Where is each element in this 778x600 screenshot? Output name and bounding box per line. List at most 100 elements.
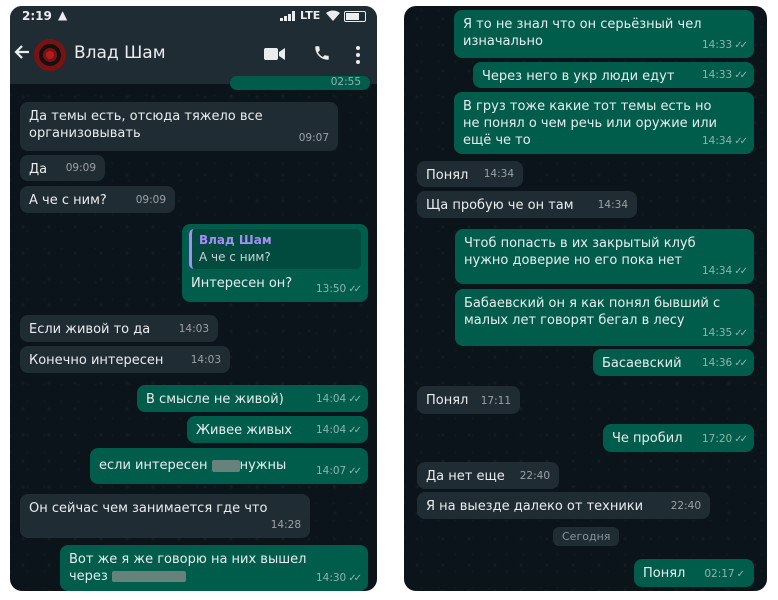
message-meta: 17:20 ✓✓ <box>701 431 748 448</box>
message-outgoing[interactable]: если интересен нужны 14:07 ✓✓ <box>90 448 368 484</box>
double-check-icon: ✓✓ <box>734 358 748 369</box>
message-time: 14:04 <box>315 424 347 436</box>
message-outgoing[interactable]: Вот же я же говорю на них вышел через 14… <box>60 545 368 591</box>
double-check-icon: ✓✓ <box>348 573 362 584</box>
message-meta: 14:07 ✓✓ <box>315 463 362 480</box>
message-outgoing-partial[interactable]: 02:55 <box>230 76 370 90</box>
double-check-icon: ✓✓ <box>734 70 748 81</box>
message-incoming[interactable]: Он сейчас чем занимается где что 14:28 <box>20 494 310 538</box>
message-time: 14:34 <box>701 135 733 147</box>
message-time: 02:17 <box>704 568 735 580</box>
message-outgoing[interactable]: Басаевский 14:36 ✓✓ <box>593 349 754 376</box>
message-time: 14:28 <box>270 519 301 531</box>
battery-icon <box>344 11 366 22</box>
message-incoming[interactable]: Понял 14:34 <box>417 161 523 187</box>
message-text: Вот же я же говорю на них вышел <box>69 552 307 567</box>
right-chat-panel: Я то не знал что он серьёзный чел изнача… <box>404 6 767 591</box>
message-meta: 14:34 ✓✓ <box>701 133 748 150</box>
double-check-icon: ✓✓ <box>734 136 748 147</box>
contact-name[interactable]: Влад Шам <box>74 43 166 63</box>
message-text: организовывать <box>29 126 141 141</box>
double-check-icon: ✓✓ <box>734 328 748 339</box>
message-meta: 14:36 ✓✓ <box>701 355 748 372</box>
message-time: 13:50 <box>315 283 347 295</box>
network-type: LTE <box>300 9 321 22</box>
redacted-word <box>211 459 240 472</box>
message-meta: 14:33 ✓✓ <box>701 37 748 54</box>
message-outgoing[interactable]: Через него в укр люди едут 14:33 ✓✓ <box>473 62 754 88</box>
date-separator: Сегодня <box>553 527 620 546</box>
message-outgoing[interactable]: Я то не знал что он серьёзный чел изнача… <box>454 10 754 58</box>
notification-icon: ▲ <box>58 8 68 22</box>
message-outgoing[interactable]: Понял 02:17 ✓ <box>634 559 754 587</box>
message-text: Да темы есть, отсюда тяжело все <box>29 109 263 124</box>
message-time: 14:35 <box>701 327 733 339</box>
wifi-icon <box>326 10 340 24</box>
quoted-message[interactable]: Влад Шам А че с ним? <box>189 229 361 269</box>
message-time: 14:36 <box>701 357 733 369</box>
message-incoming[interactable]: Понял 17:11 <box>417 386 520 414</box>
single-check-icon: ✓ <box>736 569 745 580</box>
double-check-icon: ✓✓ <box>348 425 362 436</box>
message-time: 09:09 <box>65 162 96 174</box>
message-meta: 14:34 ✓✓ <box>702 263 748 280</box>
message-meta: 13:50 ✓✓ <box>315 281 362 298</box>
message-text: Я то не знал что он серьёзный чел <box>463 17 702 32</box>
message-time: 14:04 <box>315 393 347 405</box>
message-meta: 14:04 ✓✓ <box>315 391 362 408</box>
message-time: 22:40 <box>670 500 701 512</box>
status-time: 2:19 <box>22 9 52 23</box>
message-time: 14:30 <box>315 572 347 584</box>
message-text: Он сейчас чем занимается где что <box>29 501 268 516</box>
message-time: 17:11 <box>480 395 511 407</box>
message-text-part: через <box>69 569 108 584</box>
avatar[interactable] <box>34 39 66 71</box>
message-time: 14:07 <box>315 465 347 477</box>
double-check-icon: ✓✓ <box>734 434 748 445</box>
message-meta: 14:35 ✓✓ <box>701 325 748 342</box>
message-time: 02:55 <box>330 76 361 88</box>
message-time: 17:20 <box>701 433 733 445</box>
message-time: 14:03 <box>178 323 209 335</box>
message-outgoing[interactable]: Че пробил 17:20 ✓✓ <box>603 424 754 452</box>
message-incoming[interactable]: Да 09:09 <box>20 155 105 181</box>
message-incoming[interactable]: Конечно интересен 14:03 <box>20 346 230 373</box>
message-outgoing[interactable]: Бабаевский он я как понял бывший с малых… <box>455 289 754 346</box>
message-time: 14:33 <box>701 39 733 51</box>
phone-icon[interactable] <box>313 44 331 66</box>
video-call-icon[interactable] <box>264 46 286 66</box>
message-time: 14:34 <box>483 168 514 180</box>
message-incoming[interactable]: Я на выезде далеко от техники 22:40 <box>417 492 710 519</box>
double-check-icon: ✓✓ <box>734 40 748 51</box>
more-vert-icon[interactable] <box>355 45 361 69</box>
message-text: не понял о чем речь или оружие или <box>463 116 718 131</box>
message-outgoing-reply[interactable]: Влад Шам А че с ним? Интересен он? 13:50… <box>182 224 368 302</box>
message-meta: 14:30 ✓✓ <box>315 570 362 587</box>
message-incoming[interactable]: А че с ним? 09:09 <box>20 186 175 213</box>
back-arrow-icon[interactable] <box>12 42 32 66</box>
message-incoming[interactable]: Если живой то да 14:03 <box>20 315 218 342</box>
double-check-icon: ✓✓ <box>348 466 362 477</box>
message-outgoing[interactable]: В груз тоже какие тот темы есть но не по… <box>454 92 754 154</box>
signal-icon <box>280 10 296 21</box>
message-time: 22:40 <box>519 470 550 482</box>
double-check-icon: ✓✓ <box>348 284 362 295</box>
message-text-part: если интересен <box>99 458 208 473</box>
message-outgoing[interactable]: Живее живых 14:04 ✓✓ <box>187 416 368 443</box>
message-incoming[interactable]: Ща пробую че он там 14:34 <box>417 191 637 218</box>
redacted-word <box>111 571 186 582</box>
message-time: 14:33 <box>701 69 733 81</box>
message-meta: 14:04 ✓✓ <box>315 422 362 439</box>
double-check-icon: ✓✓ <box>734 266 748 277</box>
message-text: Бабаевский он я как понял бывший с <box>464 296 721 311</box>
quoted-text: А че с ним? <box>199 250 271 264</box>
message-time: 09:09 <box>135 194 166 206</box>
message-time: 09:07 <box>298 132 329 144</box>
message-text: В груз тоже какие тот темы есть но <box>463 99 712 114</box>
message-incoming[interactable]: Да темы есть, отсюда тяжело все организо… <box>20 102 338 151</box>
status-bar: 2:19 ▲ LTE <box>10 6 377 28</box>
message-meta: 14:33 ✓✓ <box>701 67 748 84</box>
message-outgoing[interactable]: Чтоб попасть в их закрытый клуб нужно до… <box>455 229 754 284</box>
message-outgoing[interactable]: В смысле не живой) 14:04 ✓✓ <box>137 385 368 412</box>
message-incoming[interactable]: Да нет еще 22:40 <box>417 462 559 489</box>
